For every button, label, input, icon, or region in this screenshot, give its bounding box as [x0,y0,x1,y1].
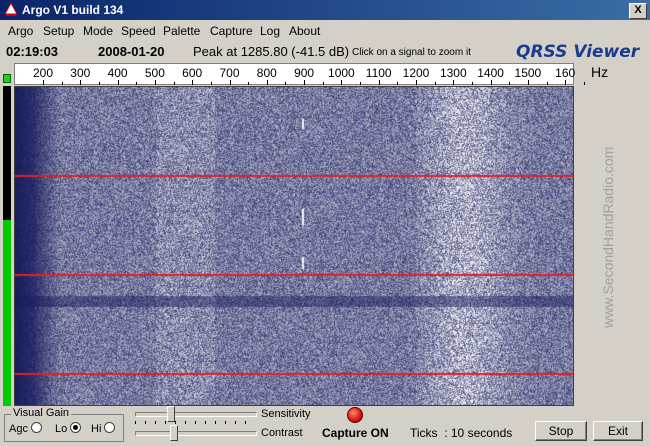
clock: 02:19:03 [6,44,59,59]
agc-radio-dot[interactable] [30,422,42,433]
contrast-thumb[interactable] [170,425,179,441]
menu-speed[interactable]: Speed [121,24,156,38]
scale-tick-mark [136,82,138,85]
scale-tick-label: 700 [219,66,240,80]
scale-tick-mark [192,80,194,85]
contrast-track [135,431,257,436]
exit-button[interactable]: Exit [593,421,643,441]
scale-tick-mark [322,82,324,85]
scale-tick-mark [210,82,212,85]
visual-gain-group: Visual Gain Agc Lo Hi [4,407,124,442]
title-bar: Argo V1 build 134 X [0,0,650,20]
unit-label: Hz [591,64,609,80]
capture-status: Capture ON [322,426,389,440]
date: 2008-01-20 [98,44,165,59]
scale-tick-label: 400 [107,66,128,80]
signal-level-fill [3,220,11,406]
level-indicator-cap [3,74,11,83]
scale-tick-label: 300 [70,66,91,80]
scale-tick-mark [266,80,268,85]
zoom-hint: Click on a signal to zoom it [352,47,471,58]
scale-tick-mark [546,82,548,85]
scale-tick-label: 500 [144,66,165,80]
scale-tick-mark [416,80,417,85]
scale-tick-mark [360,82,362,85]
menu-log[interactable]: Log [260,24,280,38]
visual-gain-label: Visual Gain [11,407,72,419]
scale-tick-mark [248,82,250,85]
app-icon [4,2,18,16]
sensitivity-slider[interactable] [135,404,257,424]
hi-radio-dot[interactable] [104,422,116,433]
stop-button[interactable]: Stop [535,421,587,441]
agc-radio[interactable]: Agc [9,422,42,435]
lo-radio-dot[interactable] [70,422,82,433]
scale-tick-label: 1300 [439,66,467,80]
scale-tick-mark [490,80,492,85]
menu-about[interactable]: About [289,24,320,38]
scale-tick-label: 1000 [328,66,355,80]
hi-radio[interactable]: Hi [91,422,116,435]
sensitivity-label: Sensitivity [261,408,311,420]
scale-tick-mark [527,80,529,85]
scale-tick-mark [378,80,380,85]
brand-logo: QRSS Viewer [516,42,640,62]
frequency-scale[interactable]: 200 300 400 500 600 700 800 900 1000 1100 1200 1300… [14,63,585,85]
website-watermark: www.SecondHandRadio.com [592,120,622,330]
hi-label: Hi [91,423,102,435]
signal-level-meter [3,86,11,406]
scale-tick-mark [471,82,473,85]
capture-led-icon [347,407,363,423]
scale-tick-mark [61,82,63,85]
scale-tick-label: 900 [294,66,315,80]
scale-tick-mark [434,82,436,85]
agc-label: Agc [9,423,28,435]
menu-mode[interactable]: Mode [83,24,113,38]
window-title: Argo V1 build 134 [22,3,124,17]
scale-tick-mark [341,80,343,85]
sensitivity-track [135,412,257,417]
menu-argo[interactable]: Argo [8,24,33,38]
status-row: 02:19:03 2008-01-20 Peak at 1285.80 (-41… [0,42,650,62]
scale-tick-label: 1500 [514,66,542,80]
waterfall-canvas[interactable] [15,87,573,405]
scale-tick-mark [117,80,119,85]
scale-tick-mark [80,80,82,85]
scale-tick-label: 200 [32,66,54,80]
scale-tick-mark [154,80,156,85]
menu-bar: Argo Setup Mode Speed Palette Capture Lo… [0,21,650,41]
scale-tick-mark [173,82,175,85]
scale-tick-mark [98,82,100,85]
scale-tick-mark [509,82,511,85]
scale-tick-label: 600 [182,66,203,80]
scale-tick-mark [43,80,44,85]
menu-setup[interactable]: Setup [43,24,74,38]
waterfall-display[interactable] [14,86,574,406]
menu-palette[interactable]: Palette [163,24,200,38]
contrast-label: Contrast [261,427,303,439]
close-button[interactable]: X [629,3,647,19]
lo-radio[interactable]: Lo [55,422,82,435]
lo-label: Lo [55,423,68,435]
scale-tick-label: 800 [256,66,277,80]
scale-tick-mark [397,82,399,85]
sensitivity-thumb[interactable] [166,406,175,422]
peak-readout: Peak at 1285.80 (-41.5 dB) [193,44,350,59]
scale-tick-mark [304,80,306,85]
contrast-slider[interactable] [135,423,257,443]
website-text: www.SecondHandRadio.com [600,146,616,328]
scale-tick-label: 1200 [402,66,430,80]
scale-tick-mark [583,82,585,85]
scale-tick-label: 1400 [477,66,504,80]
scale-tick-mark [453,80,455,85]
scale-tick-mark [285,82,287,85]
ticks-readout: Ticks : 10 seconds [410,426,513,440]
scale-tick-mark [229,80,231,85]
scale-tick-label: 1100 [365,66,392,80]
scale-tick-label: 160 [555,66,576,80]
scale-tick-mark [565,80,567,85]
menu-capture[interactable]: Capture [210,24,253,38]
